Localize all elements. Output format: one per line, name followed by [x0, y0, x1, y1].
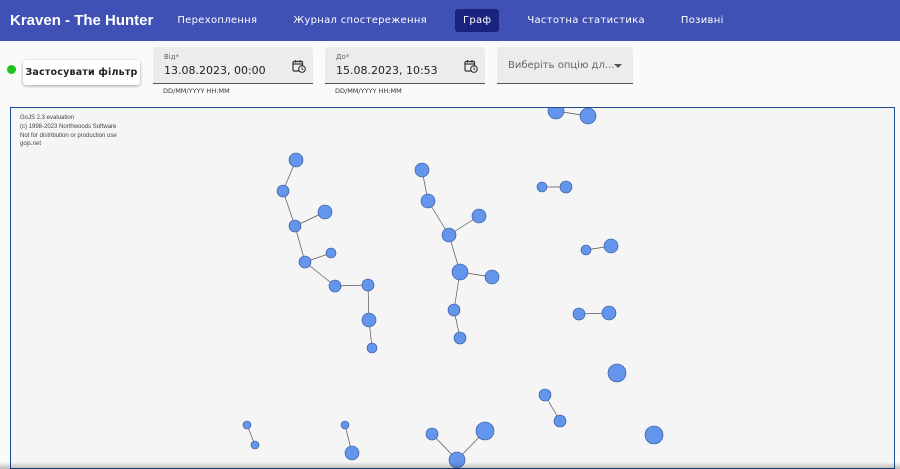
filter-bar: Застосувати фільтр Від* 13.08.2023, 00:0…: [0, 41, 900, 103]
graph-node[interactable]: [328, 279, 342, 293]
from-date-field[interactable]: Від* 13.08.2023, 00:00: [153, 47, 313, 84]
from-date-label: Від*: [164, 53, 180, 61]
nav-item-frequency-stats[interactable]: Частотна статистика: [519, 9, 653, 32]
graph-node[interactable]: [344, 445, 360, 461]
graph-node[interactable]: [298, 255, 312, 269]
nav-item-graph[interactable]: Граф: [455, 9, 500, 32]
nav-item-intercepts[interactable]: Перехоплення: [169, 9, 265, 32]
graph-node[interactable]: [471, 208, 487, 224]
graph-node[interactable]: [603, 238, 619, 254]
to-date-hint: DD/MM/YYYY HH:MM: [335, 87, 402, 95]
option-select[interactable]: Виберіть опцію дл...: [497, 47, 633, 84]
graph-diagram[interactable]: [11, 108, 895, 469]
graph-node[interactable]: [441, 227, 457, 243]
graph-node[interactable]: [601, 305, 617, 321]
graph-node[interactable]: [579, 108, 597, 125]
nav-item-callsigns[interactable]: Позивні: [673, 9, 732, 32]
graph-node[interactable]: [553, 414, 567, 428]
graph-node[interactable]: [559, 180, 573, 194]
graph-node[interactable]: [366, 342, 378, 354]
graph-node[interactable]: [242, 420, 252, 430]
graph-node[interactable]: [361, 312, 377, 328]
to-date-label: До*: [336, 53, 350, 61]
graph-node[interactable]: [451, 263, 469, 281]
calendar-clock-icon[interactable]: [292, 59, 306, 73]
calendar-clock-icon[interactable]: [464, 59, 478, 73]
graph-node[interactable]: [484, 269, 500, 285]
graph-node[interactable]: [317, 204, 333, 220]
graph-node[interactable]: [288, 152, 304, 168]
to-date-value[interactable]: 15.08.2023, 10:53: [336, 64, 438, 77]
option-select-value: Виберіть опцію дл...: [508, 60, 615, 71]
graph-node[interactable]: [453, 331, 467, 345]
from-date-hint: DD/MM/YYYY HH:MM: [163, 87, 230, 95]
graph-canvas[interactable]: GoJS 2.3 evaluation (c) 1998-2023 Northw…: [10, 107, 895, 469]
graph-node[interactable]: [288, 219, 302, 233]
graph-node[interactable]: [580, 244, 592, 256]
nav-item-surveillance-log[interactable]: Журнал спостереження: [285, 9, 435, 32]
graph-node[interactable]: [547, 108, 565, 120]
graph-node[interactable]: [572, 307, 586, 321]
graph-node[interactable]: [361, 278, 375, 292]
app-title: Kraven - The Hunter: [10, 12, 154, 29]
from-date-value[interactable]: 13.08.2023, 00:00: [164, 64, 266, 77]
graph-node[interactable]: [475, 421, 495, 441]
to-date-field[interactable]: До* 15.08.2023, 10:53: [325, 47, 485, 84]
graph-node[interactable]: [538, 388, 552, 402]
status-indicator: [7, 65, 16, 74]
main-nav: Перехоплення Журнал спостереження Граф Ч…: [169, 0, 751, 41]
graph-node[interactable]: [325, 247, 337, 259]
graph-node[interactable]: [250, 440, 260, 450]
chevron-down-icon[interactable]: [614, 64, 622, 68]
app-bar: Kraven - The Hunter Перехоплення Журнал …: [0, 0, 900, 41]
graph-node[interactable]: [340, 420, 350, 430]
graph-node[interactable]: [447, 303, 461, 317]
bottom-shadow: [0, 462, 900, 469]
graph-node[interactable]: [414, 162, 430, 178]
graph-node[interactable]: [425, 427, 439, 441]
graph-node[interactable]: [607, 363, 627, 383]
graph-node[interactable]: [420, 193, 436, 209]
graph-node[interactable]: [276, 184, 290, 198]
apply-filter-button[interactable]: Застосувати фільтр: [23, 60, 140, 85]
graph-node[interactable]: [536, 181, 548, 193]
graph-node[interactable]: [644, 425, 664, 445]
